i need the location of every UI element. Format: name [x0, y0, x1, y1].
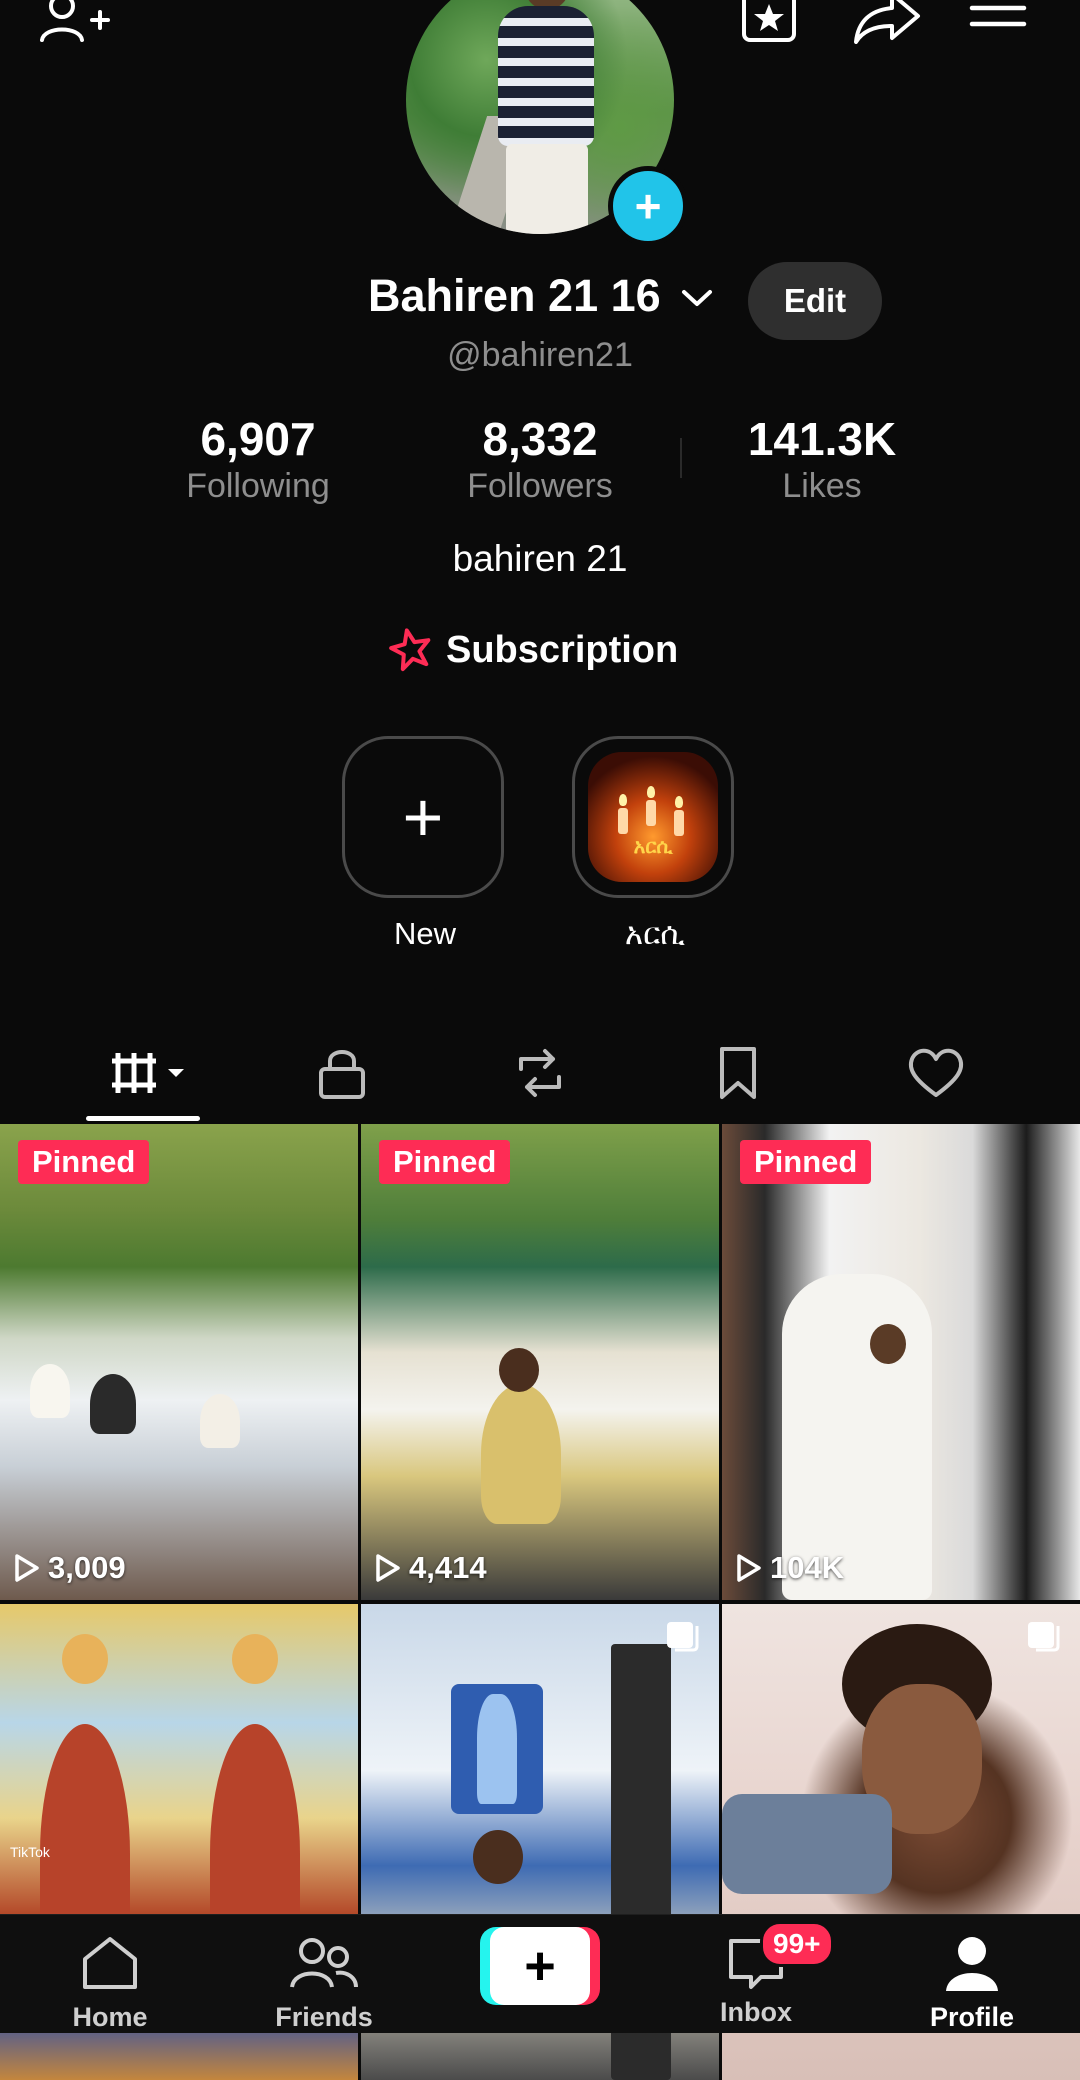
video-thumbnail[interactable]: Pinned 4,414: [361, 1124, 719, 1600]
view-count: 3,009: [14, 1550, 126, 1586]
video-grid: Pinned 3,009 Pinned 4,414 Pinned 104K Ti…: [0, 1124, 1080, 2080]
tab-liked[interactable]: [896, 1038, 976, 1108]
pinned-badge: Pinned: [379, 1140, 511, 1184]
highlight-new[interactable]: + New: [342, 736, 508, 952]
subscription-link[interactable]: Subscription: [388, 624, 678, 676]
selected-tab-indicator: [86, 1116, 200, 1121]
friends-icon: [290, 1938, 358, 1988]
stat-followers[interactable]: 8,332 Followers: [420, 412, 660, 506]
nav-label: Profile: [929, 2002, 1015, 2032]
bio: bahiren 21: [452, 538, 628, 579]
video-thumbnail[interactable]: Pinned 3,009: [0, 1124, 358, 1600]
bookmark-icon: [720, 1047, 756, 1099]
tab-videos[interactable]: [110, 1038, 190, 1108]
inbox-badge: 99+: [760, 1921, 834, 1967]
following-label: Following: [186, 467, 330, 505]
play-icon: [737, 1554, 761, 1582]
pinned-badge: Pinned: [740, 1140, 872, 1184]
highlight-label: አርሲ: [624, 916, 686, 951]
stat-likes[interactable]: 141.3K Likes: [702, 412, 942, 506]
stat-following[interactable]: 6,907 Following: [138, 412, 378, 506]
create-button[interactable]: +: [480, 1927, 600, 2005]
highlight-thumbnail: አርሲ: [588, 752, 718, 882]
nav-home[interactable]: Home: [30, 1933, 190, 2033]
pinned-badge: Pinned: [18, 1140, 150, 1184]
subscription-label: Subscription: [446, 628, 679, 671]
star-badge-icon: [389, 628, 431, 672]
highlight-label: New: [393, 916, 456, 951]
following-count: 6,907: [200, 413, 316, 465]
likes-label: Likes: [782, 467, 862, 505]
multi-photo-icon: [667, 1622, 699, 1652]
plus-icon: +: [402, 778, 444, 856]
view-count-text: 3,009: [48, 1550, 126, 1585]
tab-saved[interactable]: [698, 1038, 778, 1108]
tab-reposts[interactable]: [500, 1038, 580, 1108]
stat-divider: [680, 438, 682, 478]
tab-private[interactable]: [302, 1038, 382, 1108]
followers-label: Followers: [467, 467, 613, 505]
video-thumbnail[interactable]: Pinned 104K: [722, 1124, 1080, 1600]
username: @bahiren21: [447, 336, 633, 374]
nav-label: Friends: [275, 2002, 373, 2032]
lock-icon: [319, 1050, 365, 1099]
display-name[interactable]: Bahiren 21 16: [368, 270, 661, 322]
highlight-thumb-text: አርሲ: [633, 836, 673, 858]
nav-profile[interactable]: Profile: [892, 1933, 1052, 2033]
bottom-navigation: Home Friends + 99+ Inbox Profile: [0, 1914, 1080, 2033]
nav-inbox[interactable]: 99+ Inbox: [676, 1921, 836, 2028]
play-icon: [15, 1554, 39, 1582]
heart-icon: [908, 1048, 964, 1097]
nav-label: Inbox: [720, 1997, 792, 2027]
likes-count: 141.3K: [747, 413, 897, 465]
home-icon: [83, 1937, 137, 1989]
highlight-arsi[interactable]: አርሲ አርሲ: [572, 736, 738, 953]
view-count-text: 4,414: [409, 1550, 487, 1585]
view-count: 104K: [736, 1550, 844, 1586]
multi-photo-icon: [1028, 1622, 1060, 1652]
tiktok-watermark: TikTok: [10, 1844, 50, 1860]
chevron-down-icon[interactable]: [680, 284, 714, 312]
add-friend-icon[interactable]: [40, 0, 120, 44]
repost-icon: [519, 1049, 561, 1097]
followers-count: 8,332: [482, 413, 598, 465]
grid-icon: [112, 1053, 184, 1093]
view-count-text: 104K: [770, 1550, 845, 1585]
content-tabs: [0, 1024, 1080, 1124]
favorites-icon[interactable]: [740, 0, 812, 44]
share-icon[interactable]: [852, 0, 932, 44]
profile-icon: [946, 1937, 998, 1991]
add-story-icon[interactable]: +: [608, 166, 688, 246]
plus-icon: +: [490, 1927, 590, 2005]
nav-friends[interactable]: Friends: [244, 1933, 404, 2033]
edit-profile-button[interactable]: Edit: [748, 262, 882, 340]
menu-icon[interactable]: [968, 0, 1032, 44]
nav-label: Home: [72, 2002, 148, 2032]
view-count: 4,414: [375, 1550, 487, 1586]
play-icon: [376, 1554, 400, 1582]
